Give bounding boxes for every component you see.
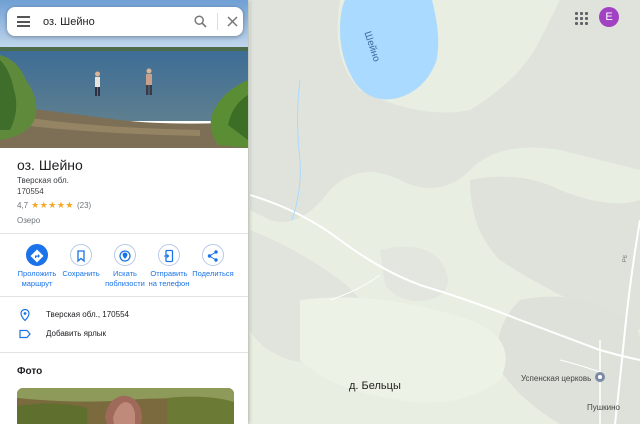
pushkino-label[interactable]: Пушкино bbox=[587, 403, 620, 412]
send-to-phone-icon bbox=[164, 249, 174, 263]
send-to-phone-button[interactable]: Отправить на телефон bbox=[144, 244, 194, 289]
menu-icon[interactable] bbox=[17, 16, 30, 27]
share-button[interactable]: Поделиться bbox=[188, 244, 238, 279]
divider bbox=[0, 352, 248, 353]
location-pin-icon bbox=[20, 309, 30, 321]
place-panel: оз. Шейно Тверская обл. 170554 4,7 ★★★★★… bbox=[0, 0, 248, 424]
hero-photo[interactable] bbox=[0, 0, 248, 148]
send-label-2: на телефон bbox=[148, 279, 190, 288]
place-postcode: 170554 bbox=[17, 187, 44, 196]
add-label-row[interactable]: Добавить ярлык bbox=[0, 326, 248, 344]
rating-row[interactable]: 4,7 ★★★★★ (23) bbox=[17, 200, 91, 211]
directions-label-2: маршрут bbox=[21, 279, 53, 288]
search-icon[interactable] bbox=[194, 15, 207, 28]
photo-thumbnail-image bbox=[17, 388, 234, 424]
review-count[interactable]: (23) bbox=[77, 201, 91, 210]
search-bar bbox=[7, 7, 243, 36]
village-label[interactable]: д. Бельцы bbox=[349, 380, 401, 392]
nearby-icon bbox=[119, 250, 131, 262]
label-tag-icon bbox=[19, 329, 31, 339]
address-text: Тверская обл., 170554 bbox=[46, 310, 129, 319]
photo-thumbnail[interactable] bbox=[17, 388, 234, 424]
apps-grid-icon[interactable] bbox=[573, 10, 589, 26]
place-category[interactable]: Озеро bbox=[17, 216, 40, 225]
place-region: Тверская обл. bbox=[17, 176, 69, 185]
divider bbox=[0, 296, 248, 297]
search-divider bbox=[217, 13, 218, 30]
action-buttons: Проложить маршрут Сохранить Искать поблизо… bbox=[10, 244, 240, 290]
place-title: оз. Шейно bbox=[17, 157, 83, 173]
share-label: Поделиться bbox=[192, 269, 234, 278]
bookmark-icon bbox=[77, 250, 85, 263]
rating-value: 4,7 bbox=[17, 201, 29, 210]
share-icon bbox=[207, 250, 218, 262]
church-label[interactable]: Успенская церковь bbox=[521, 374, 591, 383]
address-row[interactable]: Тверская обл., 170554 bbox=[0, 307, 248, 325]
road-label: Р6 bbox=[622, 254, 630, 264]
rating-stars-icon: ★★★★★ bbox=[31, 200, 74, 210]
close-icon[interactable] bbox=[226, 15, 239, 28]
nearby-label-2: поблизости bbox=[105, 279, 145, 288]
photos-section-title: Фото bbox=[17, 366, 43, 377]
account-avatar[interactable]: E bbox=[599, 7, 619, 27]
directions-label-1: Проложить bbox=[17, 269, 57, 278]
directions-icon bbox=[30, 249, 44, 263]
church-icon[interactable] bbox=[595, 372, 605, 382]
add-label-text: Добавить ярлык bbox=[46, 329, 107, 338]
divider bbox=[0, 233, 248, 234]
search-input[interactable] bbox=[43, 13, 183, 30]
nearby-label-1: Искать bbox=[113, 269, 137, 278]
nearby-button[interactable]: Искать поблизости bbox=[100, 244, 150, 289]
send-label-1: Отправить bbox=[150, 269, 188, 278]
save-label: Сохранить bbox=[62, 269, 100, 278]
directions-button[interactable]: Проложить маршрут bbox=[12, 244, 62, 289]
save-button[interactable]: Сохранить bbox=[56, 244, 106, 279]
